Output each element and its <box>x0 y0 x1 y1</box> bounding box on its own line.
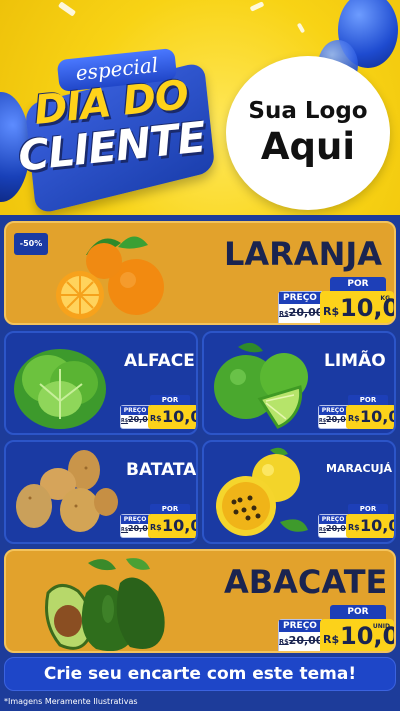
product-card-abacate[interactable]: ABACATE POR PREÇO R$20,00 R$ 10,00 UNID <box>4 549 396 653</box>
product-name: LARANJA <box>224 235 383 273</box>
old-price: R$20,00 <box>279 306 324 319</box>
price-tag: POR PREÇO R$20,00 R$ 10,00 <box>120 504 196 540</box>
product-card-alface[interactable]: ALFACE POR PREÇO R$20,00 R$ 10,00 <box>4 331 198 435</box>
old-price: R$20,00 <box>319 415 352 424</box>
preco-label: PREÇO <box>279 620 321 632</box>
discount-badge: -50% <box>14 233 48 255</box>
old-price: R$20,00 <box>279 634 324 647</box>
por-label: POR <box>150 395 190 405</box>
product-name: MARACUJÁ <box>326 462 393 475</box>
potato-image <box>16 450 118 532</box>
confetti <box>296 22 306 34</box>
header: especial DIA DO CLIENTE Sua Logo Aqui <box>0 0 400 215</box>
logo-text-line2: Aqui <box>260 125 356 168</box>
por-label: POR <box>348 395 388 405</box>
new-price: R$ 10,00 <box>346 405 394 429</box>
preco-label: PREÇO <box>121 515 149 524</box>
product-card-batata[interactable]: BATATA POR PREÇO R$20,00 R$ 10,00 <box>4 440 198 544</box>
old-price-box: PREÇO R$20,00 <box>278 619 324 651</box>
product-name: ALFACE <box>124 351 195 371</box>
lettuce-image <box>14 349 106 429</box>
product-name: BATATA <box>126 460 197 480</box>
avocado-image <box>45 558 165 651</box>
product-card-maracuja[interactable]: MARACUJÁ POR PREÇO R$20,00 R$ 10,00 <box>202 440 396 544</box>
old-price-box: PREÇO R$20,00 <box>120 514 154 538</box>
product-card-limao[interactable]: LIMÃO POR PREÇO R$20,00 R$ 10,00 <box>202 331 396 435</box>
new-price: R$ 10,00 UNID <box>320 619 394 651</box>
price-tag: POR PREÇO R$20,00 R$ 10,00 <box>120 395 196 431</box>
product-name: LIMÃO <box>324 351 386 371</box>
old-price-box: PREÇO R$20,00 <box>120 405 154 429</box>
por-label: POR <box>330 605 386 619</box>
price-tag: POR PREÇO R$20,00 R$ 10,00 KG <box>278 277 394 323</box>
product-name: ABACATE <box>224 563 388 601</box>
orange-image <box>56 236 164 319</box>
old-price-box: PREÇO R$20,00 <box>318 514 352 538</box>
footnote: *Imagens Meramente Ilustrativas <box>4 697 138 706</box>
dia-do-cliente-badge: especial DIA DO CLIENTE <box>10 42 216 215</box>
price-tag: POR PREÇO R$20,00 R$ 10,00 <box>318 504 394 540</box>
logo-placeholder[interactable]: Sua Logo Aqui <box>226 56 390 210</box>
old-price: R$20,00 <box>121 524 154 533</box>
preco-label: PREÇO <box>279 292 321 304</box>
old-price-box: PREÇO R$20,00 <box>278 291 324 323</box>
preco-label: PREÇO <box>121 406 149 415</box>
lime-image <box>214 342 308 429</box>
por-label: POR <box>330 277 386 291</box>
old-price: R$20,00 <box>319 524 352 533</box>
new-price: R$ 10,00 <box>148 514 196 538</box>
preco-label: PREÇO <box>319 406 347 415</box>
price-tag: POR PREÇO R$20,00 R$ 10,00 UNID <box>278 605 394 651</box>
logo-text-line1: Sua Logo <box>248 98 368 124</box>
old-price: R$20,00 <box>121 415 154 424</box>
confetti <box>249 1 265 12</box>
new-price: R$ 10,00 <box>148 405 196 429</box>
por-label: POR <box>150 504 190 514</box>
passion-fruit-image <box>216 447 308 536</box>
price-tag: POR PREÇO R$20,00 R$ 10,00 <box>318 395 394 431</box>
new-price: R$ 10,00 <box>346 514 394 538</box>
confetti <box>57 1 77 17</box>
product-card-laranja[interactable]: -50% LARANJA POR PREÇO R$20,00 R$ 10,00 … <box>4 221 396 325</box>
por-label: POR <box>348 504 388 514</box>
cta-banner[interactable]: Crie seu encarte com este tema! <box>4 657 396 691</box>
new-price: R$ 10,00 KG <box>320 291 394 323</box>
preco-label: PREÇO <box>319 515 347 524</box>
old-price-box: PREÇO R$20,00 <box>318 405 352 429</box>
